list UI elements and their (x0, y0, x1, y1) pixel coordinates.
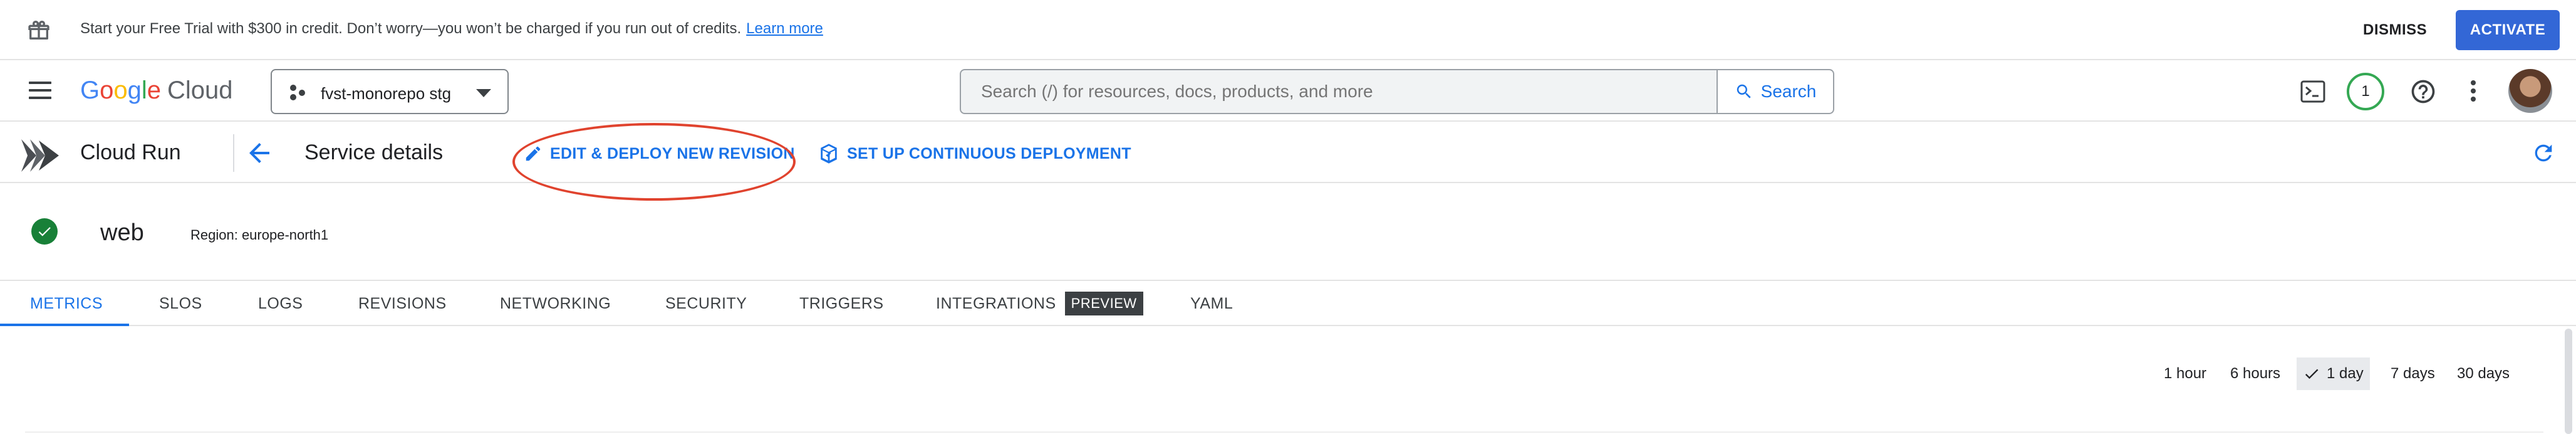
menu-icon[interactable] (28, 82, 53, 102)
tab-slos[interactable]: SLOS (159, 281, 202, 326)
tab-integrations[interactable]: INTEGRATIONS PREVIEW (936, 281, 1143, 326)
check-icon (2305, 369, 2319, 379)
cloud-run-logo (21, 139, 59, 172)
search-input[interactable] (960, 69, 1718, 114)
free-trial-banner: Start your Free Trial with $300 in credi… (0, 0, 2576, 60)
tab-logs[interactable]: LOGS (258, 281, 303, 326)
active-tab-indicator (0, 324, 129, 326)
search-button[interactable]: Search (1716, 69, 1834, 114)
search-button-label: Search (1760, 82, 1817, 101)
edit-deploy-label: EDIT & DEPLOY NEW REVISION (550, 144, 795, 162)
chevron-down-icon (476, 89, 491, 97)
refresh-icon[interactable] (2531, 140, 2556, 166)
deployment-icon (821, 144, 837, 164)
avatar[interactable] (2508, 69, 2552, 113)
tab-triggers[interactable]: TRIGGERS (799, 281, 884, 326)
page-title: Service details (304, 140, 444, 164)
pencil-icon (526, 146, 541, 161)
terminal-icon[interactable] (2300, 80, 2325, 103)
google-cloud-logo[interactable]: Google Cloud (80, 77, 233, 105)
tab-security[interactable]: SECURITY (665, 281, 747, 326)
arrow-back-icon[interactable] (244, 138, 274, 168)
preview-badge: PREVIEW (1064, 292, 1143, 315)
more-vert-icon[interactable] (2471, 80, 2477, 103)
dismiss-button[interactable]: DISMISS (2353, 15, 2437, 45)
product-title: Cloud Run (80, 140, 181, 164)
tab-networking[interactable]: NETWORKING (500, 281, 611, 326)
project-name: fvst-monorepo stg (321, 84, 452, 103)
status-ok-icon (31, 218, 58, 245)
divider (233, 134, 234, 172)
tab-metrics[interactable]: METRICS (30, 281, 103, 326)
search-icon (1737, 84, 1751, 98)
tab-revisions[interactable]: REVISIONS (358, 281, 447, 326)
help-icon[interactable] (2409, 78, 2437, 105)
promo-message: Start your Free Trial with $300 in credi… (80, 20, 823, 38)
project-icon (290, 85, 305, 100)
activate-button[interactable]: ACTIVATE (2456, 10, 2560, 50)
time-range-30-days[interactable]: 30 days (2451, 357, 2516, 390)
time-range-7-days[interactable]: 7 days (2384, 357, 2441, 390)
content-divider (25, 431, 2543, 433)
service-tabs: METRICS SLOS LOGS REVISIONS NETWORKING S… (0, 280, 2576, 326)
time-range-6-hours[interactable]: 6 hours (2224, 357, 2287, 390)
promo-text: Start your Free Trial with $300 in credi… (80, 20, 742, 37)
notifications-badge[interactable]: 1 (2347, 73, 2384, 110)
tab-yaml[interactable]: YAML (1190, 281, 1233, 326)
time-range-1-hour[interactable]: 1 hour (2158, 357, 2213, 390)
service-header: Cloud Run Service details EDIT & DEPLOY … (0, 123, 2576, 183)
learn-more-link[interactable]: Learn more (746, 20, 823, 37)
time-range-1-day[interactable]: 1 day (2297, 357, 2370, 390)
setup-cd-label: SET UP CONTINUOUS DEPLOYMENT (847, 144, 1131, 162)
top-app-bar: GoogleCloud fvst-monorepo stg Search 1 (0, 61, 2576, 122)
scrollbar[interactable] (2565, 329, 2572, 434)
time-range-1-day-label: 1 day (2327, 365, 2364, 382)
edit-deploy-revision-button[interactable]: EDIT & DEPLOY NEW REVISION (524, 143, 795, 164)
service-name: web (100, 220, 144, 246)
setup-continuous-deployment-button[interactable]: SET UP CONTINUOUS DEPLOYMENT (818, 143, 1131, 164)
service-region: Region: europe-north1 (190, 227, 329, 243)
gift-icon (28, 21, 49, 40)
project-picker[interactable]: fvst-monorepo stg (271, 69, 509, 114)
tab-integrations-label: INTEGRATIONS (936, 294, 1056, 312)
